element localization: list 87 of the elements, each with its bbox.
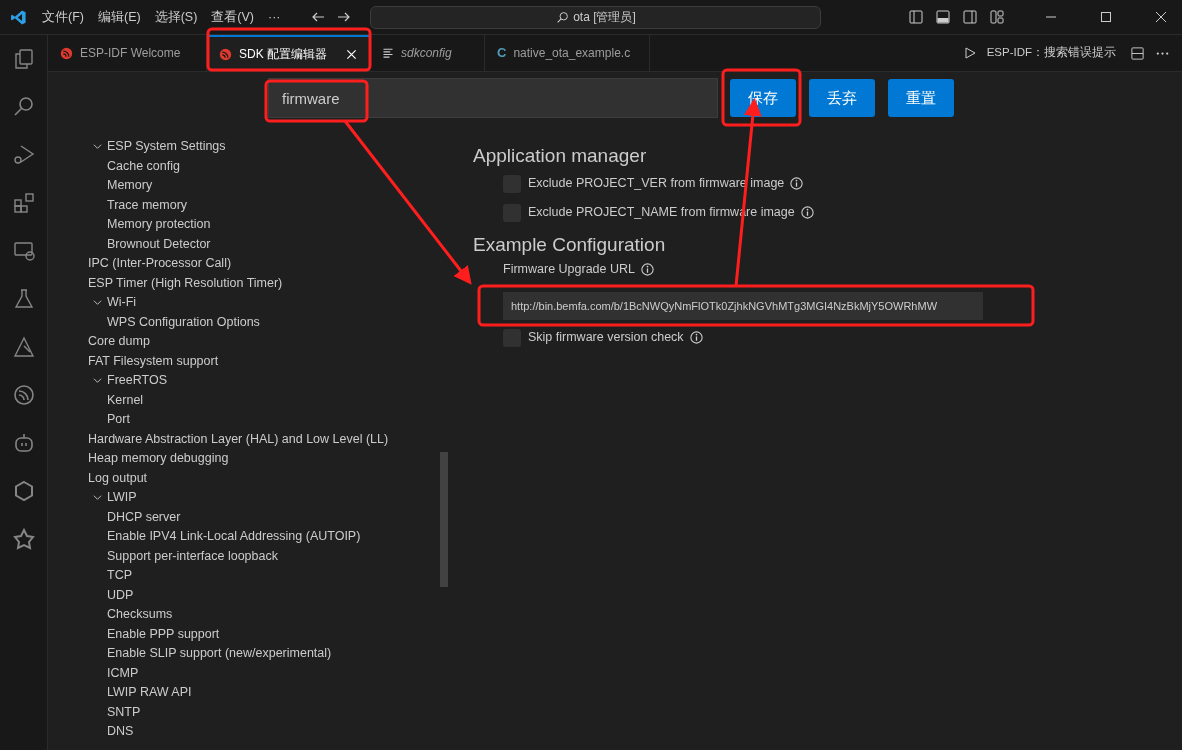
- scrollbar-thumb[interactable]: [440, 452, 448, 587]
- tree-item[interactable]: Enable IPV4 Link-Local Addressing (AUTOIP): [107, 527, 361, 547]
- tab-label: sdkconfig: [401, 45, 452, 62]
- option-label: Exclude PROJECT_VER from firmware image: [528, 175, 785, 193]
- espressif-icon: [219, 47, 232, 61]
- tree-item[interactable]: Cache config: [107, 156, 180, 176]
- command-link[interactable]: ESP-IDF：搜索错误提示: [986, 44, 1116, 62]
- chevron-down-icon[interactable]: [93, 493, 102, 503]
- tree-item[interactable]: Support per-interface loopback: [107, 546, 278, 566]
- info-icon[interactable]: [641, 262, 654, 276]
- menu-item[interactable]: 查看(V): [211, 7, 254, 27]
- chevron-down-icon[interactable]: [93, 298, 102, 308]
- search-field[interactable]: firmware: [268, 78, 718, 118]
- section-heading: Example Configuration: [473, 233, 666, 257]
- action-button[interactable]: 重置: [888, 79, 954, 117]
- tree-item[interactable]: DHCP server: [107, 507, 181, 527]
- tree-item[interactable]: Brownout Detector: [107, 234, 211, 254]
- tree-item[interactable]: ESP System Settings: [107, 137, 226, 157]
- tree-item[interactable]: FreeRTOS: [107, 371, 167, 391]
- menu-item[interactable]: 文件(F): [42, 7, 84, 27]
- command-center[interactable]: ota [管理员]: [370, 5, 822, 29]
- editor-tab[interactable]: C native_ota_example.c: [485, 35, 650, 71]
- tree-item[interactable]: Core dump: [88, 332, 150, 352]
- url-field[interactable]: http://bin.bemfa.com/b/1BcNWQyNmFlOTk0ZjhkNGVhMTg3MGI4NzBkMjY5OWRhMW: [503, 292, 983, 320]
- search-icon: [556, 10, 570, 24]
- star-knot-icon[interactable]: [11, 527, 36, 551]
- tree-item[interactable]: DNS: [107, 722, 134, 742]
- checkbox[interactable]: [503, 328, 521, 347]
- editor-tab[interactable]: ESP-IDF Welcome: [48, 35, 207, 71]
- info-icon[interactable]: [800, 206, 814, 219]
- tree-item[interactable]: ESP Timer (High Resolution Timer): [88, 273, 283, 293]
- maximize-icon[interactable]: [1099, 10, 1113, 24]
- chevron-down-icon[interactable]: [93, 376, 102, 386]
- close-icon[interactable]: [1154, 10, 1168, 24]
- toggle-panel-icon[interactable]: [935, 9, 951, 25]
- tree-item[interactable]: Log output: [88, 468, 148, 488]
- menu-item[interactable]: 编辑(E): [97, 7, 141, 27]
- tree-item[interactable]: Kernel: [107, 390, 144, 410]
- lines-icon: [382, 47, 394, 59]
- split-editor-icon[interactable]: [1130, 45, 1145, 61]
- editor-tab[interactable]: sdkconfig: [370, 35, 485, 71]
- triangle-wrench-icon[interactable]: [11, 335, 36, 359]
- extensions-icon[interactable]: [11, 191, 36, 215]
- espressif-icon: [60, 46, 73, 60]
- tab-label: native_ota_example.c: [513, 45, 631, 62]
- toggle-sidebar-icon[interactable]: [908, 9, 924, 25]
- espressif-icon[interactable]: [11, 383, 36, 407]
- tree-item[interactable]: Checksums: [107, 605, 173, 625]
- customize-layout-icon[interactable]: [989, 9, 1005, 25]
- option-label: Skip firmware version check: [528, 329, 684, 347]
- command-center-text: ota [管理员]: [573, 9, 636, 26]
- toggle-secondary-sidebar-icon[interactable]: [962, 9, 978, 25]
- vscode-logo-icon: [10, 8, 27, 26]
- tab-label: SDK 配置编辑器: [239, 46, 327, 63]
- tree-item[interactable]: Heap memory debugging: [88, 449, 229, 469]
- tree-item[interactable]: Enable SLIP support (new/experimental): [107, 644, 332, 664]
- run-debug-icon[interactable]: [11, 143, 36, 167]
- tree-item[interactable]: LWIP: [107, 488, 137, 508]
- tab-label: ESP-IDF Welcome: [80, 45, 181, 62]
- action-button[interactable]: 保存: [730, 79, 796, 117]
- tree-item[interactable]: Wi-Fi: [107, 293, 137, 313]
- chevron-down-icon[interactable]: [93, 142, 102, 152]
- info-icon[interactable]: [689, 331, 703, 344]
- menu-item[interactable]: ···: [268, 7, 281, 27]
- tree-item[interactable]: Hardware Abstraction Layer (HAL) and Low Level (LL): [88, 429, 389, 449]
- action-button[interactable]: 丢弃: [809, 79, 875, 117]
- info-icon[interactable]: [790, 177, 804, 190]
- tree-item[interactable]: Trace memory: [107, 195, 188, 215]
- tree-item[interactable]: UDP: [107, 585, 134, 605]
- c-file-icon: C: [497, 43, 507, 63]
- tree-item[interactable]: Memory: [107, 176, 153, 196]
- tree-item[interactable]: Enable PPP support: [107, 624, 220, 644]
- run-icon[interactable]: [962, 46, 977, 60]
- remote-monitor-icon[interactable]: [11, 239, 36, 263]
- editor-tab[interactable]: SDK 配置编辑器: [207, 35, 370, 71]
- tree-item[interactable]: TCP: [107, 566, 132, 586]
- field-label: Firmware Upgrade URL: [503, 260, 635, 278]
- tree-item[interactable]: ICMP: [107, 663, 139, 683]
- tree-item[interactable]: WPS Configuration Options: [107, 312, 260, 332]
- tree-item[interactable]: IPC (Inter-Processor Call): [88, 254, 232, 274]
- tree-item[interactable]: SNTP: [107, 702, 141, 722]
- tree-item[interactable]: Port: [107, 410, 130, 430]
- menu-item[interactable]: 选择(S): [154, 7, 198, 27]
- tree-item[interactable]: FAT Filesystem support: [88, 351, 219, 371]
- tree-item[interactable]: Memory protection: [107, 215, 211, 235]
- tree-item[interactable]: LWIP RAW API: [107, 683, 192, 703]
- section-heading: Application manager: [473, 144, 647, 168]
